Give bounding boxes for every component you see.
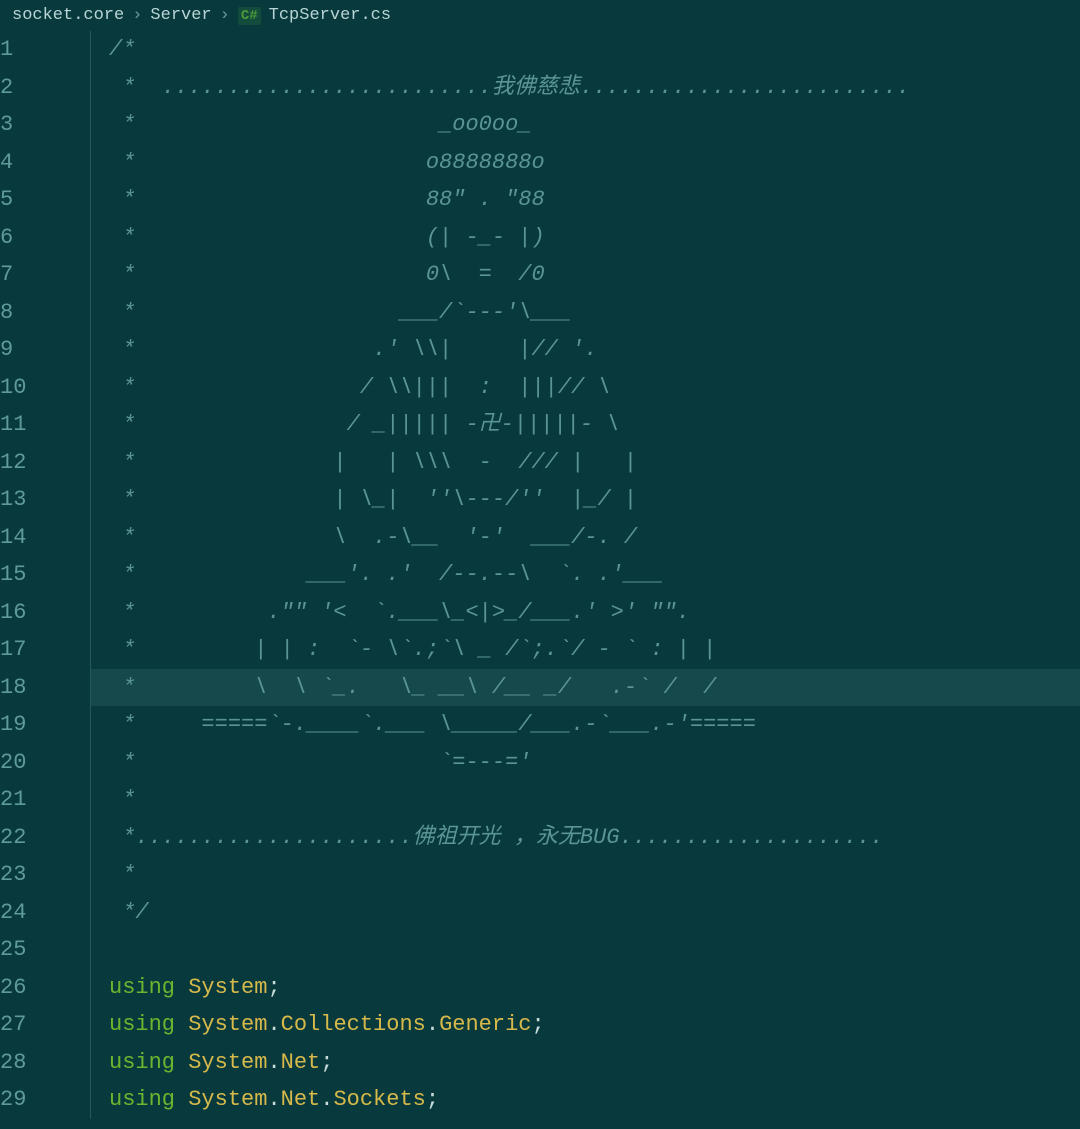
code-line[interactable]: * o8888888o bbox=[109, 144, 1080, 182]
line-number: 19 bbox=[0, 706, 72, 744]
code-line[interactable]: *.....................佛祖开光 ，永无BUG.......… bbox=[109, 819, 1080, 857]
chevron-right-icon: › bbox=[132, 6, 142, 25]
code-line[interactable]: using System; bbox=[109, 969, 1080, 1007]
punct: ; bbox=[426, 1081, 439, 1119]
breadcrumb-file[interactable]: TcpServer.cs bbox=[269, 6, 391, 25]
code-line[interactable]: using System.Net.Sockets; bbox=[109, 1081, 1080, 1119]
line-number: 25 bbox=[0, 931, 72, 969]
line-number: 29 bbox=[0, 1081, 72, 1119]
code-line[interactable]: /* bbox=[109, 31, 1080, 69]
code-line[interactable]: * / _||||| -卍-|||||- \ bbox=[109, 406, 1080, 444]
namespace: System bbox=[188, 1006, 267, 1044]
code-line[interactable]: * | | \\\ - /// | | bbox=[109, 444, 1080, 482]
namespace: System bbox=[188, 1044, 267, 1082]
punct: . bbox=[267, 1044, 280, 1082]
code-line[interactable]: * 88" . "88 bbox=[109, 181, 1080, 219]
line-number: 13 bbox=[0, 481, 72, 519]
code-line[interactable]: * | | : `- \`.;`\ _ /`;.`/ - ` : | | bbox=[109, 631, 1080, 669]
line-number: 22 bbox=[0, 819, 72, 857]
line-number: 9 bbox=[0, 331, 72, 369]
line-number: 11 bbox=[0, 406, 72, 444]
line-number: 16 bbox=[0, 594, 72, 632]
line-number: 2 bbox=[0, 69, 72, 107]
line-number: 20 bbox=[0, 744, 72, 782]
punct: ; bbox=[532, 1006, 545, 1044]
line-number: 12 bbox=[0, 444, 72, 482]
punct: . bbox=[267, 1081, 280, 1119]
line-number-gutter: 1 2 3 4 5 6 7 8 9 10 11 12 13 14 15 16 1… bbox=[0, 31, 90, 1119]
code-line[interactable]: * 0\ = /0 bbox=[109, 256, 1080, 294]
punct: ; bbox=[267, 969, 280, 1007]
keyword: using bbox=[109, 1006, 188, 1044]
code-line[interactable]: * \ .-\__ '-' ___/-. / bbox=[109, 519, 1080, 557]
keyword: using bbox=[109, 969, 188, 1007]
breadcrumb-seg-1[interactable]: socket.core bbox=[12, 6, 124, 25]
namespace: System bbox=[188, 1081, 267, 1119]
namespace: Net bbox=[281, 1081, 321, 1119]
code-line[interactable]: * _oo0oo_ bbox=[109, 106, 1080, 144]
line-number: 28 bbox=[0, 1044, 72, 1082]
code-line-active[interactable]: * \ \ `_. \_ __\ /__ _/ .-` / / bbox=[91, 669, 1080, 707]
namespace: Sockets bbox=[333, 1081, 425, 1119]
line-number: 5 bbox=[0, 181, 72, 219]
line-number: 21 bbox=[0, 781, 72, 819]
code-line[interactable]: * .........................我佛慈悲.........… bbox=[109, 69, 1080, 107]
code-line[interactable]: * | \_| ''\---/'' |_/ | bbox=[109, 481, 1080, 519]
line-number: 15 bbox=[0, 556, 72, 594]
code-line[interactable]: * ___'. .' /--.--\ `. .'___ bbox=[109, 556, 1080, 594]
line-number: 6 bbox=[0, 219, 72, 257]
line-number: 14 bbox=[0, 519, 72, 557]
line-number: 1 bbox=[0, 31, 72, 69]
code-line[interactable]: * / \\||| : |||// \ bbox=[109, 369, 1080, 407]
code-line[interactable]: * .' \\| |// '. bbox=[109, 331, 1080, 369]
code-editor[interactable]: 1 2 3 4 5 6 7 8 9 10 11 12 13 14 15 16 1… bbox=[0, 31, 1080, 1119]
namespace: System bbox=[188, 969, 267, 1007]
keyword: using bbox=[109, 1081, 188, 1119]
code-line[interactable]: * `=---=' bbox=[109, 744, 1080, 782]
breadcrumb[interactable]: socket.core › Server › C# TcpServer.cs bbox=[0, 0, 1080, 31]
punct: . bbox=[267, 1006, 280, 1044]
line-number: 18 bbox=[0, 669, 72, 707]
line-number: 4 bbox=[0, 144, 72, 182]
code-line[interactable]: * (| -_- |) bbox=[109, 219, 1080, 257]
code-line[interactable]: * =====`-.____`.___ \_____/___.-`___.-'=… bbox=[109, 706, 1080, 744]
punct: . bbox=[426, 1006, 439, 1044]
code-line[interactable]: * bbox=[109, 856, 1080, 894]
code-line[interactable]: * ."" '< `.___\_<|>_/___.' >' "". bbox=[109, 594, 1080, 632]
code-line[interactable]: * bbox=[109, 781, 1080, 819]
line-number: 17 bbox=[0, 631, 72, 669]
line-number: 8 bbox=[0, 294, 72, 332]
csharp-icon: C# bbox=[238, 7, 261, 25]
keyword: using bbox=[109, 1044, 188, 1082]
code-line[interactable]: * ___/`---'\___ bbox=[109, 294, 1080, 332]
punct: ; bbox=[320, 1044, 333, 1082]
line-number: 3 bbox=[0, 106, 72, 144]
chevron-right-icon: › bbox=[220, 6, 230, 25]
namespace: Generic bbox=[439, 1006, 531, 1044]
namespace: Collections bbox=[281, 1006, 426, 1044]
line-number: 23 bbox=[0, 856, 72, 894]
line-number: 10 bbox=[0, 369, 72, 407]
code-content[interactable]: /* * .........................我佛慈悲......… bbox=[90, 31, 1080, 1119]
line-number: 27 bbox=[0, 1006, 72, 1044]
code-line[interactable]: */ bbox=[109, 894, 1080, 932]
line-number: 26 bbox=[0, 969, 72, 1007]
breadcrumb-seg-2[interactable]: Server bbox=[150, 6, 211, 25]
line-number: 7 bbox=[0, 256, 72, 294]
code-line[interactable]: using System.Collections.Generic; bbox=[109, 1006, 1080, 1044]
line-number: 24 bbox=[0, 894, 72, 932]
namespace: Net bbox=[281, 1044, 321, 1082]
punct: . bbox=[320, 1081, 333, 1119]
code-line[interactable]: using System.Net; bbox=[109, 1044, 1080, 1082]
code-line-empty[interactable] bbox=[109, 931, 1080, 969]
